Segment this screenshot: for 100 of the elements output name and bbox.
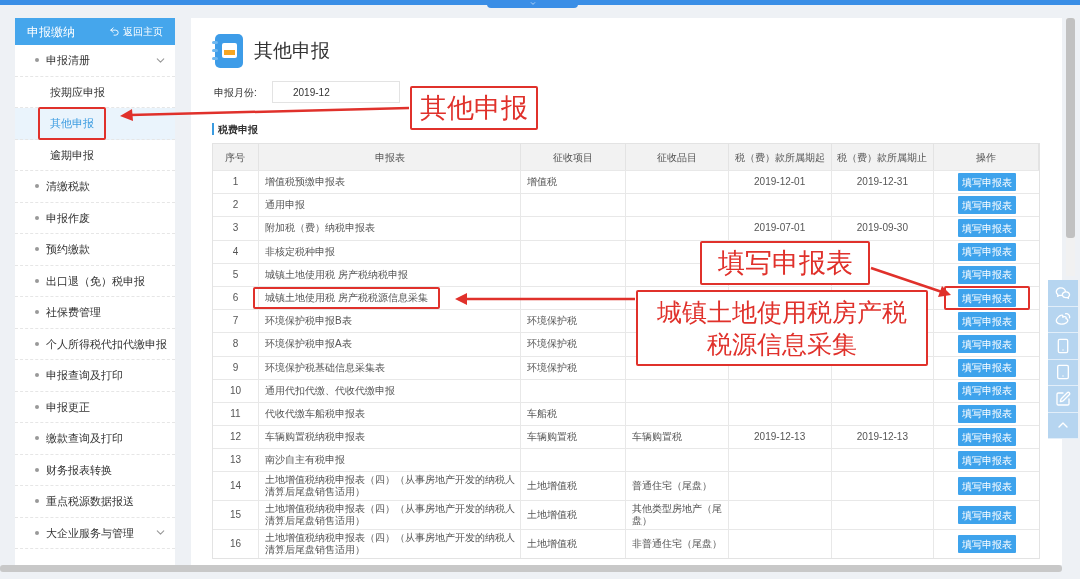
page-title: 其他申报 — [254, 38, 330, 63]
bullet-icon — [35, 404, 39, 409]
fill-form-button[interactable]: 填写申报表 — [957, 535, 1016, 554]
fill-form-button[interactable]: 填写申报表 — [957, 477, 1016, 496]
table-cell: 增值税 — [527, 176, 558, 189]
column-header: 税（费）款所属期止 — [831, 144, 935, 170]
edit-icon[interactable] — [1055, 390, 1071, 407]
table-cell: 车辆购置税纳税申报表 — [264, 431, 365, 444]
bullet-icon — [35, 184, 39, 189]
table-cell-text: 其他类型房地产（尾盘） — [632, 503, 723, 528]
table-cell: 非核定税种申报 — [264, 245, 335, 258]
table-cell: 3 — [232, 222, 239, 235]
table-cell: 11 — [230, 407, 241, 420]
bullet-icon — [35, 278, 39, 283]
weibo-icon[interactable] — [1055, 311, 1071, 328]
table-cell: 车辆购置税 — [632, 431, 682, 444]
fill-form-button[interactable]: 填写申报表 — [957, 196, 1016, 215]
bullet-icon — [35, 467, 39, 472]
table-cell: 环境保护税 — [527, 361, 578, 374]
table-cell: 城镇土地使用税 房产税税源信息采集 — [264, 292, 428, 305]
column-header: 序号 — [213, 144, 259, 170]
fill-form-button[interactable]: 填写申报表 — [957, 242, 1016, 261]
table-cell: 环境保护税申报B表 — [264, 315, 352, 328]
table-cell: 通用申报 — [264, 199, 305, 212]
phone-icon[interactable] — [1055, 337, 1071, 354]
callout-label: 城镇土地使用税房产税税源信息采集 — [636, 290, 928, 366]
table-cell: 15 — [229, 509, 241, 522]
sidebar-item[interactable]: 其他申报 — [15, 108, 175, 140]
column-header: 申报表 — [258, 144, 522, 170]
bullet-icon — [35, 373, 39, 378]
section-marker — [212, 123, 214, 135]
field-label: 申报月份: — [214, 85, 258, 100]
bullet-icon — [35, 530, 39, 535]
wechat-icon[interactable] — [1055, 284, 1071, 301]
bullet-icon — [35, 215, 39, 220]
table-cell: 2 — [232, 199, 239, 212]
fill-form-button[interactable]: 填写申报表 — [957, 219, 1016, 238]
fill-form-button[interactable]: 填写申报表 — [957, 404, 1016, 423]
section-title: 税费申报 — [218, 122, 258, 137]
bullet-icon — [35, 310, 39, 315]
table-cell: 车船税 — [527, 407, 558, 420]
table-cell: 12 — [229, 431, 241, 444]
table-cell: 非普通住宅（尾盘） — [632, 538, 722, 551]
table-cell: 环境保护税 — [527, 338, 578, 351]
table-cell: 4 — [232, 245, 239, 258]
table-cell: 7 — [232, 315, 239, 328]
bullet-icon — [35, 247, 39, 252]
table-cell: 6 — [232, 292, 239, 305]
fill-form-button[interactable]: 填写申报表 — [957, 265, 1016, 284]
highlight-frame: 其他申报 — [38, 107, 106, 140]
fill-form-button[interactable]: 填写申报表 — [957, 173, 1016, 192]
back-home-link[interactable]: 返回主页 — [109, 24, 163, 39]
fill-form-button[interactable]: 填写申报表 — [957, 358, 1016, 377]
scrollbar[interactable] — [1066, 18, 1075, 276]
table-cell: 附加税（费）纳税申报表 — [264, 222, 375, 235]
table-cell: 环境保护税基础信息采集表 — [264, 361, 385, 374]
column-header: 操作 — [934, 144, 1039, 170]
table-cell: 2019-09-30 — [856, 222, 908, 235]
table-cell: 环境保护税申报A表 — [264, 338, 352, 351]
table-cell: 2019-07-01 — [754, 222, 806, 235]
fill-form-button[interactable]: 填写申报表 — [957, 506, 1016, 525]
table-cell: 8 — [232, 338, 239, 351]
table-cell: 土地增值税 — [527, 480, 578, 493]
table-cell: 2019-12-01 — [754, 176, 806, 189]
table-cell: 土地增值税 — [527, 538, 578, 551]
table-cell: 环境保护税 — [527, 315, 578, 328]
table-cell: 南沙自主有税申报 — [264, 454, 345, 467]
table-cell: 13 — [229, 454, 241, 467]
table-cell: 普通住宅（尾盘） — [632, 480, 712, 493]
table-cell-text: 土地增值税纳税申报表（四）（从事房地产开发的纳税人清算后尾盘销售适用） — [264, 503, 516, 528]
table-cell: 2019-12-13 — [856, 431, 908, 444]
table-cell: 土地增值税 — [527, 509, 578, 522]
table-cell: 增值税预缴申报表 — [264, 176, 345, 189]
table-cell: 16 — [229, 538, 241, 551]
back-icon — [109, 26, 120, 37]
fill-form-button[interactable]: 填写申报表 — [957, 428, 1016, 447]
fill-form-button[interactable]: 填写申报表 — [957, 451, 1016, 470]
table-cell: 10 — [229, 384, 241, 397]
tablet-icon[interactable] — [1055, 364, 1071, 381]
scrollbar[interactable] — [0, 565, 1062, 572]
table-cell: 9 — [232, 361, 239, 374]
table-cell-text: 土地增值税纳税申报表（四）（从事房地产开发的纳税人清算后尾盘销售适用） — [264, 532, 516, 557]
bullet-icon — [35, 341, 39, 346]
table-cell: 1 — [232, 176, 239, 189]
table-cell-text: 土地增值税纳税申报表（四）（从事房地产开发的纳税人清算后尾盘销售适用） — [264, 474, 516, 499]
column-header: 征收品目 — [626, 144, 729, 170]
bullet-icon — [35, 499, 39, 504]
table-cell: 5 — [232, 268, 239, 281]
fill-form-button[interactable]: 填写申报表 — [957, 335, 1016, 354]
table-cell: 通用代扣代缴、代收代缴申报 — [264, 384, 395, 397]
column-header: 税（费）款所属期起 — [728, 144, 832, 170]
column-header: 征收项目 — [521, 144, 626, 170]
callout-label: 填写申报表 — [700, 241, 870, 285]
fill-form-button[interactable]: 填写申报表 — [957, 289, 1016, 308]
bullet-icon — [35, 58, 39, 63]
fill-form-button[interactable]: 填写申报表 — [957, 312, 1016, 331]
table-cell: 城镇土地使用税 房产税纳税申报 — [264, 268, 408, 281]
fill-form-button[interactable]: 填写申报表 — [957, 381, 1016, 400]
month-field[interactable]: 2019-12 — [272, 81, 400, 103]
chevron-down-icon — [528, 0, 537, 7]
